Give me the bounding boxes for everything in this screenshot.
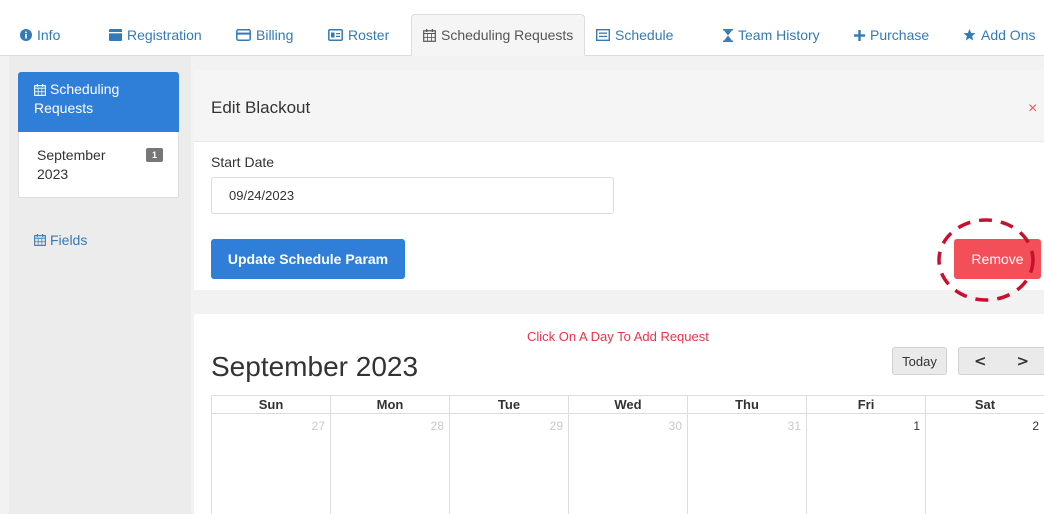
- calendar-title: September 2023: [211, 351, 419, 382]
- tab-label: Purchase: [870, 27, 930, 43]
- weekday-label: Tue: [450, 396, 569, 414]
- tab-label: Scheduling Requests: [441, 27, 574, 43]
- close-icon[interactable]: ×: [1028, 101, 1037, 117]
- weekday-label: Fri: [807, 396, 926, 414]
- calendar-day-cell[interactable]: 29: [450, 414, 569, 514]
- dashed-circle-annotation: [937, 218, 1035, 302]
- update-schedule-param-button[interactable]: Update Schedule Param: [211, 239, 405, 279]
- calendar-day-cell[interactable]: 31: [688, 414, 807, 514]
- tab-label: Billing: [256, 27, 294, 43]
- start-date-label: Start Date: [211, 154, 275, 170]
- sidebar-item-september-2023[interactable]: September 2023 1: [18, 132, 179, 198]
- weekday-header: Sun Mon Tue Wed Thu Fri Sat: [212, 396, 1044, 414]
- calendar-icon: [423, 28, 436, 42]
- weekday-label: Sun: [212, 396, 331, 414]
- credit-card-icon: [236, 29, 251, 41]
- next-month-button[interactable]: >: [1002, 348, 1044, 374]
- calendar-nav: < >: [958, 347, 1044, 375]
- sidebar-item-label: Fields: [50, 232, 88, 248]
- tab-add-ons[interactable]: Add Ons: [952, 14, 1044, 56]
- panel-title: Edit Blackout: [211, 98, 311, 117]
- weekday-label: Thu: [688, 396, 807, 414]
- tab-label: Schedule: [615, 27, 674, 43]
- tab-team-history[interactable]: Team History: [712, 14, 831, 56]
- tab-label: Info: [37, 27, 61, 43]
- calendar-week-row: 27 28 29 30 31 1 2: [212, 414, 1044, 514]
- sidebar-item-label: 2023: [37, 166, 69, 182]
- calendar-grid: Sun Mon Tue Wed Thu Fri Sat 27 28 29 30 …: [211, 395, 1044, 514]
- edit-blackout-panel: Edit Blackout × Start Date Update Schedu…: [194, 70, 1044, 302]
- sidebar: Scheduling Requests September 2023 1 Fie…: [9, 56, 191, 514]
- calendar-card: Click On A Day To Add Request September …: [194, 314, 1044, 514]
- tab-schedule[interactable]: Schedule: [585, 14, 684, 56]
- weekday-label: Wed: [569, 396, 688, 414]
- weekday-label: Sat: [926, 396, 1044, 414]
- count-badge: 1: [146, 148, 163, 162]
- calendar-day-cell[interactable]: 2: [926, 414, 1044, 514]
- tab-label: Roster: [348, 27, 390, 43]
- id-card-icon: [328, 29, 343, 41]
- tab-label: Team History: [738, 27, 820, 43]
- star-icon: [963, 29, 976, 41]
- prev-month-button[interactable]: <: [959, 348, 1002, 374]
- calendar-day-cell[interactable]: 27: [212, 414, 331, 514]
- tab-billing[interactable]: Billing: [225, 14, 304, 56]
- tab-scheduling-requests[interactable]: Scheduling Requests: [411, 14, 586, 56]
- sidebar-item-label: Requests: [34, 100, 94, 116]
- calendar-day-cell[interactable]: 30: [569, 414, 688, 514]
- list-icon: [596, 29, 610, 41]
- calendar-day-cell[interactable]: 28: [331, 414, 450, 514]
- today-button[interactable]: Today: [892, 347, 947, 375]
- sidebar-item-fields[interactable]: Fields: [34, 232, 87, 248]
- sidebar-item-label: September: [37, 147, 106, 163]
- calendar-day-cell[interactable]: 1: [807, 414, 926, 514]
- calendar-hint: Click On A Day To Add Request: [527, 329, 709, 344]
- sidebar-item-label: Scheduling: [50, 81, 120, 97]
- tab-registration[interactable]: Registration: [98, 14, 213, 56]
- top-tab-bar: Info Registration Billing Roster Schedul…: [0, 0, 1044, 56]
- calendar-icon: [34, 234, 46, 246]
- tab-label: Registration: [127, 27, 202, 43]
- start-date-input[interactable]: [211, 177, 614, 214]
- weekday-label: Mon: [331, 396, 450, 414]
- tab-purchase[interactable]: Purchase: [843, 14, 940, 56]
- tab-info[interactable]: Info: [9, 14, 71, 56]
- sidebar-item-scheduling-requests[interactable]: Scheduling Requests: [18, 72, 179, 132]
- panel-header: Edit Blackout ×: [194, 70, 1044, 142]
- clipboard-icon: [109, 29, 122, 41]
- hourglass-icon: [723, 28, 733, 42]
- info-circle-icon: [20, 29, 32, 41]
- plus-icon: [854, 29, 865, 41]
- calendar-icon: [34, 83, 46, 96]
- tab-label: Add Ons: [981, 27, 1036, 43]
- tab-roster[interactable]: Roster: [317, 14, 400, 56]
